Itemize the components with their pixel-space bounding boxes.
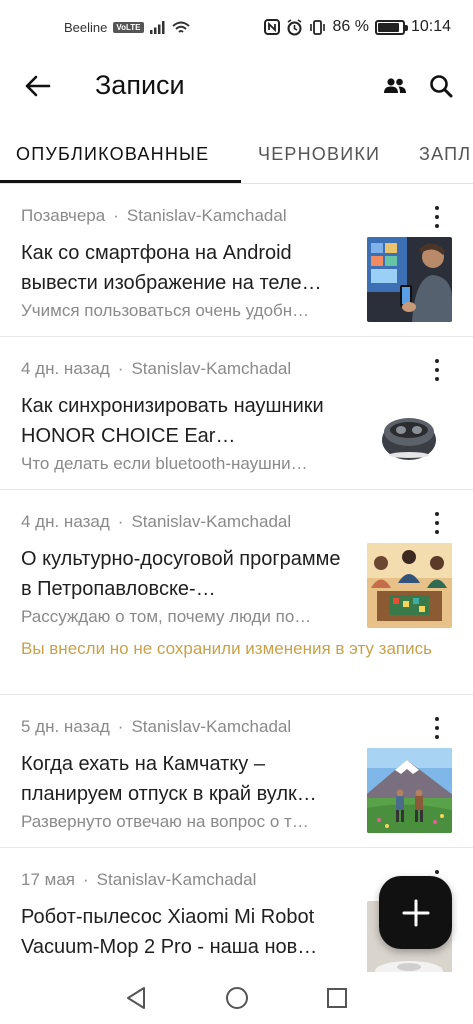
post-author: Stanislav-Kamchadal	[96, 870, 257, 889]
tab-drafts[interactable]: ЧЕРНОВИКИ	[258, 144, 380, 165]
post-item[interactable]: 4 дн. назад · Stanislav-Kamchadal Как синх…	[0, 337, 473, 490]
nav-home-icon[interactable]	[223, 984, 251, 1012]
battery-percent: 86 %	[332, 18, 369, 35]
post-date: 4 дн. назад	[21, 512, 110, 531]
back-button[interactable]	[18, 66, 58, 106]
volte-badge: VoLTE	[113, 22, 144, 33]
post-meta: 17 мая · Stanislav-Kamchadal	[21, 870, 257, 889]
post-date: 5 дн. назад	[21, 717, 110, 736]
nav-back-icon[interactable]	[122, 984, 150, 1012]
phone-to-tv-thumbnail	[367, 237, 452, 322]
people-icon	[384, 78, 406, 93]
clock: 10:14	[410, 18, 451, 35]
post-title[interactable]: Робот-пылесос Xiaomi Mi Robot Vacuum-Mop…	[21, 902, 356, 962]
vibrate-icon	[310, 19, 326, 35]
nav-recent-icon[interactable]	[323, 984, 351, 1012]
wifi-icon	[171, 21, 190, 33]
more-options-button[interactable]	[429, 357, 445, 383]
app-bar: Записи	[0, 58, 473, 114]
board-game-thumbnail	[367, 543, 452, 628]
tab-bar: ОПУБЛИКОВАННЫЕ ЧЕРНОВИКИ ЗАПЛ	[0, 132, 473, 184]
signal-icon	[149, 21, 165, 34]
post-excerpt: Что делать если bluetooth-наушни…	[21, 454, 308, 473]
more-options-button[interactable]	[429, 510, 445, 536]
tab-scheduled[interactable]: ЗАПЛ	[419, 144, 471, 165]
post-title[interactable]: Когда ехать на Камчатку – планируем отпу…	[21, 749, 356, 809]
post-date: Позавчера	[21, 206, 106, 225]
post-author: Stanislav-Kamchadal	[131, 359, 292, 378]
post-excerpt: Рассуждаю о том, почему люди по…	[21, 607, 312, 626]
nfc-icon	[264, 19, 281, 35]
tab-published[interactable]: ОПУБЛИКОВАННЫЕ	[16, 144, 209, 165]
post-title[interactable]: О культурно-досуговой программе в Петроп…	[21, 544, 356, 604]
post-meta: 5 дн. назад · Stanislav-Kamchadal	[21, 717, 292, 736]
post-meta: 4 дн. назад · Stanislav-Kamchadal	[21, 359, 292, 378]
battery-level-fill	[377, 22, 399, 32]
battery-icon	[374, 19, 408, 35]
volcano-hikers-thumbnail	[367, 748, 452, 833]
plus-icon	[402, 899, 429, 926]
more-options-button[interactable]	[429, 715, 445, 741]
active-tab-indicator	[0, 180, 241, 183]
post-date: 4 дн. назад	[21, 359, 110, 378]
status-left: Beeline VoLTE	[64, 20, 190, 35]
post-author: Stanislav-Kamchadal	[126, 206, 287, 225]
more-options-button[interactable]	[429, 204, 445, 230]
back-arrow-icon	[25, 75, 51, 97]
post-title[interactable]: Как синхронизировать наушники HONOR CHOI…	[21, 391, 356, 451]
post-author: Stanislav-Kamchadal	[131, 717, 292, 736]
post-excerpt: Учимся пользоваться очень удобн…	[21, 301, 310, 320]
unsaved-changes-warning: Вы внесли но не сохранили изменения в эт…	[21, 639, 432, 658]
post-item[interactable]: 5 дн. назад · Stanislav-Kamchadal Когда ех…	[0, 695, 473, 848]
new-post-button[interactable]	[379, 876, 452, 949]
post-meta: 4 дн. назад · Stanislav-Kamchadal	[21, 512, 292, 531]
post-author: Stanislav-Kamchadal	[131, 512, 292, 531]
search-icon	[430, 75, 453, 98]
post-item[interactable]: 4 дн. назад · Stanislav-Kamchadal О культу…	[0, 490, 473, 695]
post-excerpt: Развернуто отвечаю на вопрос о т…	[21, 812, 309, 831]
page-title: Записи	[95, 70, 185, 100]
earbuds-case-thumbnail	[367, 390, 452, 475]
post-meta: Позавчера · Stanislav-Kamchadal	[21, 206, 287, 225]
system-nav-bar	[0, 972, 473, 1024]
carrier-name: Beeline	[64, 20, 108, 35]
posts-list[interactable]: Позавчера · Stanislav-Kamchadal Как со сма…	[0, 184, 473, 972]
post-date: 17 мая	[21, 870, 75, 889]
post-title[interactable]: Как со смартфона на Android вывести изоб…	[21, 238, 356, 298]
status-right: 86 % 10:14	[264, 18, 451, 36]
authors-button[interactable]	[375, 66, 415, 106]
search-button[interactable]	[421, 66, 461, 106]
status-bar: Beeline VoLTE 86 % 10:14	[0, 0, 473, 58]
alarm-icon	[287, 18, 302, 35]
post-item[interactable]: Позавчера · Stanislav-Kamchadal Как со сма…	[0, 184, 473, 337]
